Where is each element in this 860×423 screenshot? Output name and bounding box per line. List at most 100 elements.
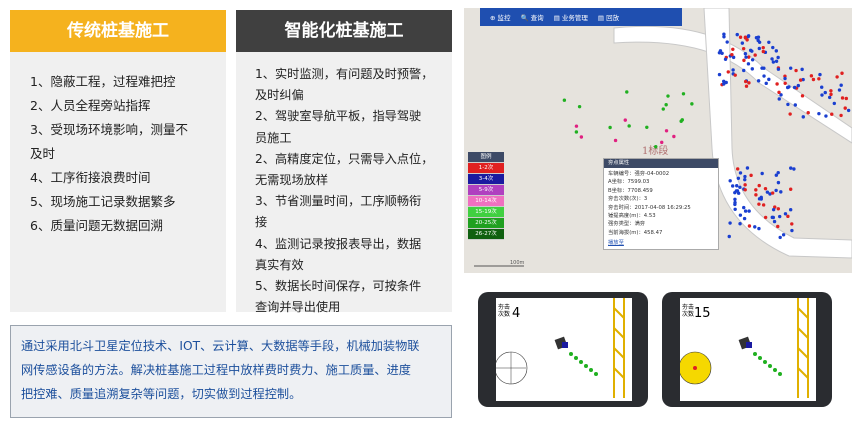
pile-point [820, 85, 824, 89]
pile-point [783, 76, 787, 81]
pile-point [777, 90, 781, 95]
legend-title: 图例 [468, 152, 504, 163]
playback-link[interactable]: 播放至 [608, 238, 624, 246]
toolbar-menu-item[interactable]: ⊕ 监控 [490, 12, 511, 22]
pile-point [664, 103, 668, 107]
pile-point [757, 226, 761, 231]
pile-point [742, 216, 747, 221]
popup-row: 强夯类型：满夯 [608, 221, 646, 228]
pile-point [731, 47, 735, 51]
pile-point [800, 94, 805, 98]
popup-title: 夯点属性 [604, 159, 718, 168]
toolbar-menu-item[interactable]: ▤ 业务管理 [554, 12, 588, 22]
popup-row: B坐标：7708.459 [608, 187, 653, 194]
pile-point [743, 174, 747, 179]
pile-point [574, 130, 579, 134]
smart-item: 查询并导出使用 [255, 300, 341, 315]
pile-point [772, 219, 777, 224]
smart-item: 接 [255, 215, 268, 230]
pile-point [840, 71, 844, 75]
smart-title: 智能化桩基施工 [236, 10, 452, 52]
pile-point [608, 125, 612, 130]
pile-point [832, 101, 837, 106]
pile-point [790, 222, 794, 226]
popup-row: 夯击时间：2017-04-08 16:29:25 [608, 204, 691, 211]
pile-point [839, 113, 843, 118]
legend-item: 15-19次 [468, 207, 504, 218]
pile-point [754, 188, 758, 192]
pile-point [744, 84, 749, 88]
pile-point [774, 188, 778, 193]
pile-point [774, 49, 779, 53]
pile-point [776, 55, 780, 60]
pile-point [820, 93, 824, 97]
pile-point [783, 212, 788, 216]
pile-point [839, 83, 843, 87]
tablet-right-graphic [680, 298, 809, 398]
legend-item: 5-9次 [468, 185, 504, 196]
pile-point [844, 96, 849, 101]
pile-point [835, 75, 839, 79]
pile-point [579, 135, 584, 139]
map-legend: 图例 1-2次 3-4次 5-9次 10-14次 15-19次 20-25次 26-27次 [468, 152, 504, 240]
pile-point [731, 68, 735, 72]
pile-point [770, 57, 774, 61]
pile-point [730, 184, 735, 188]
pile-point [747, 81, 751, 85]
toolbar-menu-item[interactable]: ▤ 回放 [598, 12, 619, 22]
pile-point [728, 221, 732, 225]
pile-point [738, 185, 742, 189]
traditional-item: 1、隐蔽工程，过程难把控 [30, 74, 176, 89]
pile-point [728, 179, 732, 183]
description-line: 通过采用北斗卫星定位技术、IOT、云计算、大数据等手段，机械加装物联 [21, 339, 420, 353]
smart-item: 2、高精度定位，只需导入点位， [255, 151, 434, 166]
description-line: 把控难、质量追溯复杂等问题，切实做到过程控制。 [21, 387, 302, 401]
pile-point [786, 214, 790, 219]
pile-point [781, 233, 786, 237]
traditional-item: 5、现场施工记录数据繁多 [30, 194, 176, 209]
pile-point [823, 90, 827, 95]
legend-item: 3-4次 [468, 174, 504, 185]
scale-label: 100m [510, 260, 525, 266]
pile-point [727, 234, 731, 239]
pile-point [681, 92, 686, 96]
description-line: 网传感设备的方法。解决桩基施工过程中放样费时费力、施工质量、进度 [21, 363, 411, 377]
pile-point [625, 90, 629, 94]
pile-point [723, 57, 728, 61]
toolbar-menu-item[interactable]: 🔍 查询 [521, 12, 544, 22]
smart-item: 无需现场放样 [255, 173, 329, 188]
pile-point [809, 74, 814, 78]
pile-point [735, 184, 739, 188]
pile-point [770, 215, 774, 220]
pile-point [829, 92, 833, 97]
pile-point [840, 96, 845, 100]
popup-row: 当前海拔(m)：458.47 [608, 229, 663, 236]
pile-point [730, 52, 734, 57]
pile-point [827, 95, 832, 100]
legend-item: 20-25次 [468, 218, 504, 229]
pile-point [775, 82, 779, 86]
pile-point [748, 48, 753, 53]
pile-point [818, 72, 822, 77]
pile-point [787, 85, 791, 89]
pile-point [817, 77, 821, 81]
pile-point [837, 88, 842, 92]
pile-point [778, 235, 782, 240]
pile-point [740, 41, 745, 45]
pile-point [746, 34, 750, 39]
pile-point [762, 74, 766, 78]
pile-point [574, 124, 579, 128]
pile-point [720, 51, 724, 55]
pile-point [738, 171, 743, 175]
smart-item: 5、数据长时间保存，可按条件 [255, 279, 422, 294]
pile-point [733, 73, 737, 77]
pile-point [722, 35, 726, 39]
pile-point [771, 45, 775, 50]
pile-point [744, 55, 748, 59]
pile-point [733, 200, 737, 205]
point-popup: 夯点属性 车辆编号：强夯-04-0002 A坐标：7599.03 B坐标：7708.… [603, 158, 719, 250]
pile-point [761, 49, 766, 54]
pile-point [829, 89, 833, 93]
pile-point [778, 214, 782, 219]
pile-point [679, 119, 683, 123]
